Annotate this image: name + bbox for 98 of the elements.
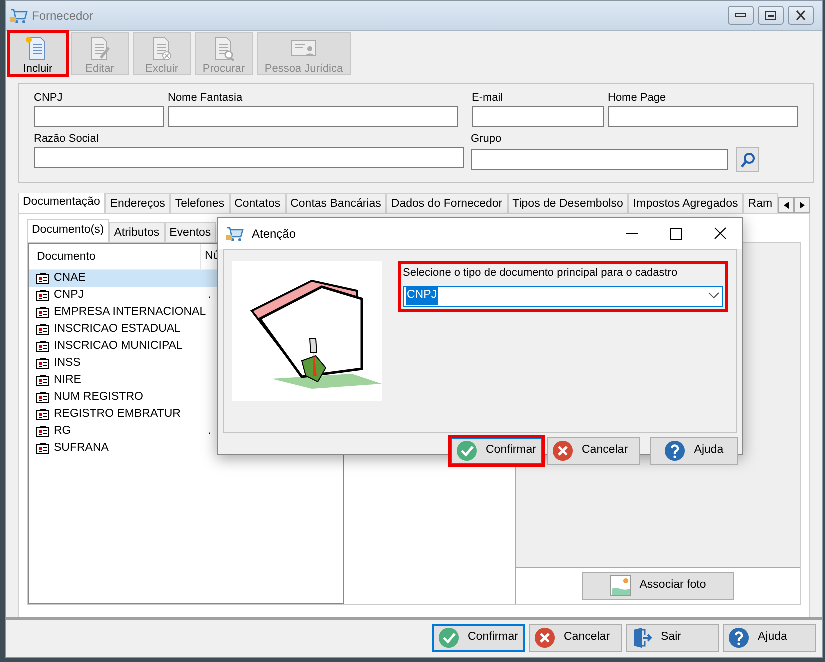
- document-name: INSS: [54, 356, 82, 371]
- id-card-icon: [36, 340, 50, 353]
- maximize-icon: [765, 10, 777, 20]
- tab[interactable]: Dados do Fornecedor: [386, 193, 508, 213]
- input-field[interactable]: [608, 106, 798, 127]
- maximize-icon: [670, 228, 682, 240]
- list-row[interactable]: RG .: [29, 423, 343, 440]
- list-row[interactable]: EMPRESA INTERNACIONAL: [29, 304, 343, 321]
- input-field[interactable]: [34, 106, 164, 127]
- id-card-icon: [36, 306, 50, 319]
- list-row[interactable]: INSS: [29, 355, 343, 372]
- search-button[interactable]: [736, 147, 759, 172]
- list-row[interactable]: INSCRICAO ESTADUAL: [29, 321, 343, 338]
- help-icon: [728, 627, 750, 649]
- document-name: NUM REGISTRO: [54, 390, 144, 405]
- chevron-down-icon: [708, 292, 720, 300]
- button[interactable]: Ajuda: [650, 437, 738, 465]
- dialog-title: Atenção: [252, 226, 296, 242]
- close-icon: [796, 10, 806, 21]
- input-field[interactable]: [168, 106, 458, 127]
- window-title: Fornecedor: [32, 8, 94, 24]
- close-icon: [534, 627, 556, 649]
- list-row[interactable]: NIRE: [29, 372, 343, 389]
- button[interactable]: Confirmar: [450, 437, 543, 465]
- close-icon: [552, 440, 574, 462]
- field-label: E-mail: [472, 91, 504, 106]
- cart-icon: [226, 226, 244, 242]
- help-icon: [664, 440, 686, 462]
- button[interactable]: Sair: [626, 624, 719, 652]
- button[interactable]: Ajuda: [723, 624, 816, 652]
- arrow-left-icon: [784, 202, 788, 208]
- field-label: CNPJ: [34, 91, 64, 106]
- tab[interactable]: Tipos de Desembolso: [508, 193, 628, 213]
- column-header: Documento: [29, 244, 201, 269]
- scroll-right-button[interactable]: [794, 197, 810, 213]
- close-button[interactable]: [788, 6, 814, 25]
- document-name: INSCRICAO ESTADUAL: [54, 322, 182, 337]
- document-name: RG: [54, 424, 72, 439]
- dropdown[interactable]: CNPJ: [403, 286, 723, 306]
- image-icon: [610, 575, 632, 597]
- list-row[interactable]: REGISTRO EMBRATUR: [29, 406, 343, 423]
- id-card-icon: [36, 323, 50, 336]
- minimize-button[interactable]: [728, 6, 754, 25]
- minimize-icon: [735, 13, 747, 18]
- button[interactable]: Cancelar: [529, 624, 622, 652]
- id-card-icon: [36, 357, 50, 370]
- id-card-icon: [36, 272, 50, 285]
- tab[interactable]: Contas Bancárias: [286, 193, 386, 213]
- document-name: REGISTRO EMBRATUR: [54, 406, 182, 422]
- id-card-icon: [36, 442, 50, 455]
- maximize-button[interactable]: [758, 6, 784, 25]
- exit-door-icon: [631, 627, 653, 649]
- toolbar-button[interactable]: Incluir: [9, 32, 67, 75]
- check-icon: [438, 627, 460, 649]
- arrow-right-icon: [800, 202, 804, 208]
- field-label: Razão Social: [34, 132, 100, 147]
- close-icon: [714, 227, 726, 240]
- id-card-icon: [36, 391, 50, 404]
- document-number: .: [208, 424, 212, 439]
- tab[interactable]: Documento(s): [27, 219, 110, 242]
- scroll-left-button[interactable]: [778, 197, 794, 213]
- tab[interactable]: Contatos: [230, 193, 286, 213]
- minimize-icon: [626, 232, 638, 234]
- field-label: Home Page: [608, 91, 668, 106]
- document-name: EMPRESA INTERNACIONAL: [54, 304, 204, 320]
- list-row[interactable]: NUM REGISTRO: [29, 389, 343, 406]
- prompt-text: Selecione o tipo de documento principal para o cadastro: [403, 266, 679, 281]
- document-name: CNAE: [54, 270, 87, 286]
- tab[interactable]: Ram: [743, 193, 778, 213]
- tab[interactable]: Documentação: [18, 193, 106, 213]
- field-label: Nome Fantasia: [168, 91, 244, 106]
- input-field[interactable]: [471, 149, 728, 170]
- field-label: Grupo: [471, 132, 503, 147]
- id-card-icon: [36, 374, 50, 387]
- tab[interactable]: Endereços: [105, 193, 170, 213]
- list-row[interactable]: CNPJ .: [29, 287, 343, 304]
- document-number: .: [208, 288, 212, 303]
- input-field[interactable]: [34, 147, 464, 168]
- check-icon: [456, 440, 478, 462]
- associate-photo-button[interactable]: Associar foto: [582, 572, 734, 600]
- button[interactable]: Confirmar: [432, 624, 525, 652]
- document-name: SUFRANA: [54, 440, 110, 456]
- list-row[interactable]: INSCRICAO MUNICIPAL: [29, 338, 343, 355]
- tab[interactable]: Impostos Agregados: [628, 193, 744, 213]
- tab[interactable]: Telefones: [170, 193, 230, 213]
- cart-icon: [10, 8, 28, 24]
- document-name: INSCRICAO MUNICIPAL: [54, 338, 184, 354]
- id-card-icon: [36, 425, 50, 438]
- search-icon: [740, 152, 756, 168]
- tab[interactable]: Atributos: [109, 222, 165, 242]
- id-card-icon: [36, 289, 50, 302]
- tab[interactable]: Eventos: [164, 222, 216, 242]
- document-name: CNPJ: [54, 288, 86, 303]
- input-field[interactable]: [472, 106, 604, 127]
- document-name: NIRE: [54, 372, 82, 388]
- button[interactable]: Cancelar: [547, 437, 640, 465]
- list-row[interactable]: SUFRANA: [29, 440, 343, 457]
- id-card-icon: [36, 408, 50, 421]
